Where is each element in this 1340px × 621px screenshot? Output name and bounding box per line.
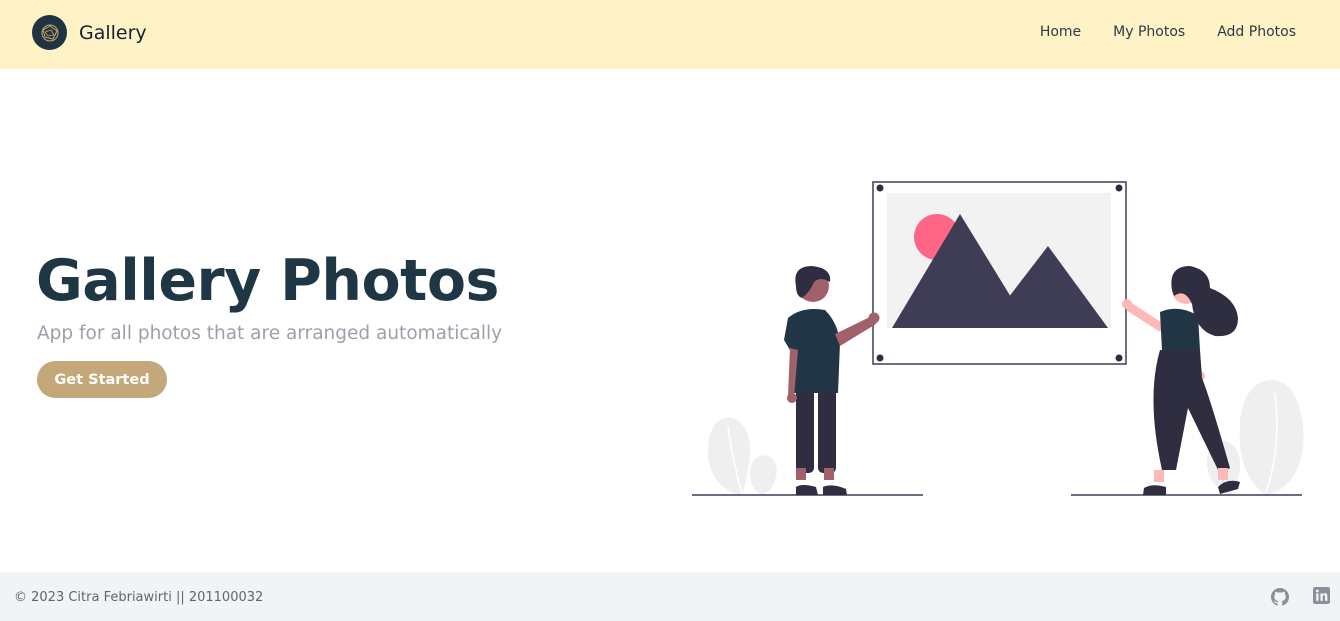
brand-link[interactable]: Gallery (32, 15, 147, 50)
linkedin-icon[interactable] (1313, 587, 1331, 605)
hero-title: Gallery Photos (36, 248, 499, 314)
brand-name: Gallery (79, 21, 147, 44)
copyright-text: © 2023 Citra Febriawirti || 201100032 (14, 590, 264, 605)
woman-figure (1122, 266, 1240, 495)
nav-link-add-photos[interactable]: Add Photos (1217, 24, 1296, 40)
github-icon[interactable] (1271, 588, 1289, 606)
picture-frame (872, 181, 1127, 365)
navbar: Gallery Home My Photos Add Photos (0, 0, 1340, 69)
man-figure (784, 266, 880, 495)
hero-subtitle: App for all photos that are arranged aut… (37, 323, 503, 344)
footer: © 2023 Citra Febriawirti || 201100032 (0, 572, 1340, 621)
get-started-button[interactable]: Get Started (37, 361, 167, 398)
nav-link-my-photos[interactable]: My Photos (1113, 24, 1185, 40)
left-plant (707, 417, 777, 496)
gallery-logo-icon (32, 15, 67, 50)
nav-links: Home My Photos Add Photos (1040, 24, 1296, 40)
nav-link-home[interactable]: Home (1040, 24, 1081, 40)
gallery-illustration (692, 181, 1304, 496)
